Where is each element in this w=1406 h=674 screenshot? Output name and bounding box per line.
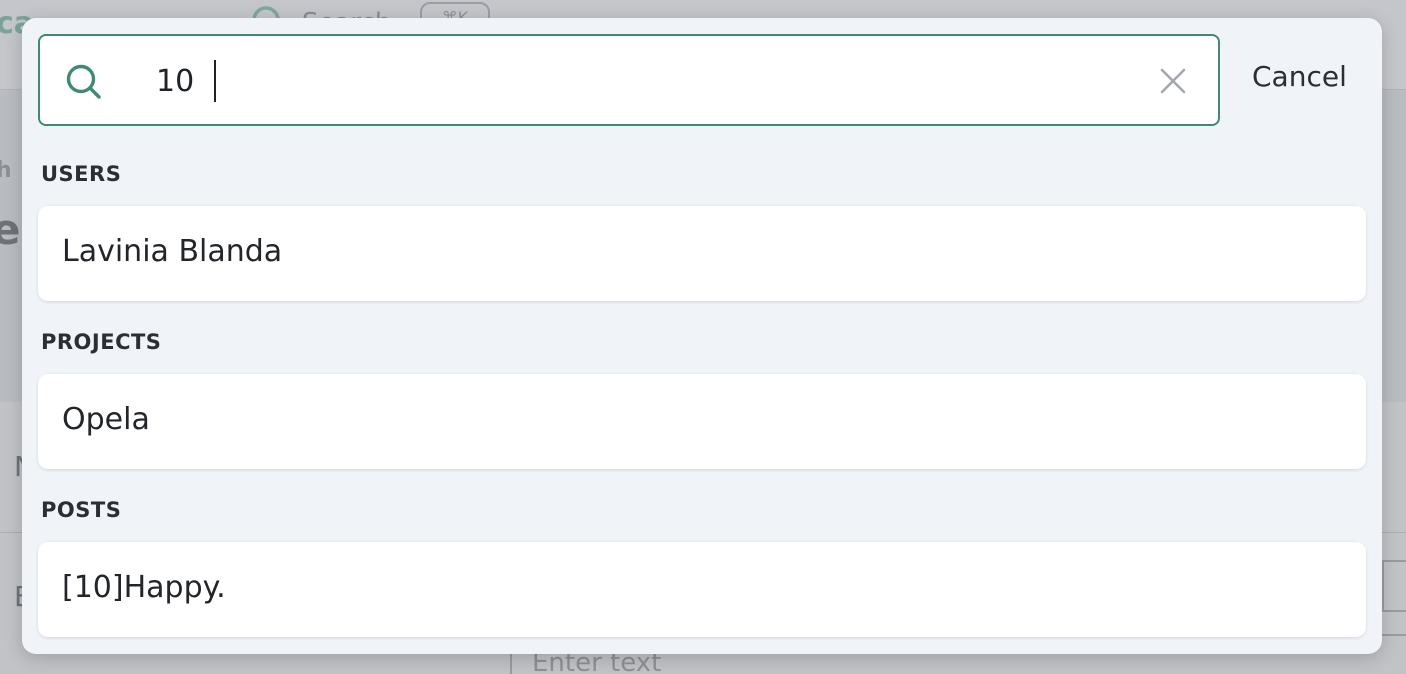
result-item-label: Lavinia Blanda (62, 234, 283, 269)
result-item-label: [10]Happy. (62, 570, 226, 605)
clear-icon[interactable] (1158, 66, 1188, 100)
result-item-project[interactable]: Opela (38, 374, 1366, 469)
search-field[interactable] (38, 34, 1220, 126)
divider (1382, 634, 1406, 636)
page-breadcrumb: h (0, 158, 12, 183)
result-item-post[interactable]: [10]Happy. (38, 542, 1366, 637)
section-label-posts: POSTS (41, 498, 122, 522)
text-caret (214, 60, 216, 102)
result-item-label: Opela (62, 402, 150, 437)
cancel-button[interactable]: Cancel (1252, 60, 1347, 93)
search-icon (64, 62, 104, 106)
page-title: e (0, 205, 21, 254)
search-input[interactable] (156, 56, 1116, 106)
search-modal: Cancel USERS Lavinia Blanda PROJECTS Ope… (22, 18, 1382, 654)
section-label-users: USERS (41, 162, 122, 186)
result-item-user[interactable]: Lavinia Blanda (38, 206, 1366, 301)
section-label-projects: PROJECTS (41, 330, 162, 354)
toolbar-button (1382, 560, 1406, 612)
